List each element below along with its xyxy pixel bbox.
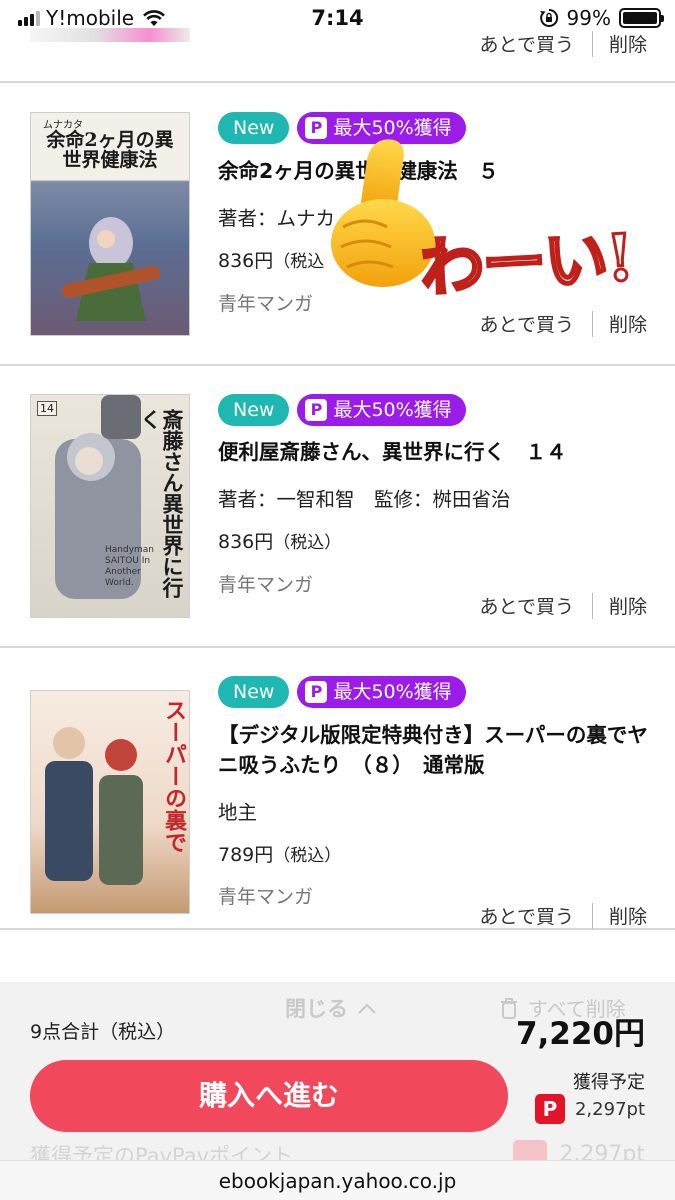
chevron-up-icon xyxy=(358,1003,376,1014)
paypay-badge-label: 最大50%獲得 xyxy=(333,399,452,421)
cart-item: スーパーの裏で New P 最大50%獲得 【デジタル版限定特典付き】スーパーの裏… xyxy=(0,648,675,930)
paypay-badge: P 最大50%獲得 xyxy=(297,394,466,426)
book-author: 著者：一智和智 監修：桝田省治 xyxy=(218,488,511,511)
previous-cover-image xyxy=(30,28,190,42)
paypay-icon: P xyxy=(534,1094,565,1124)
price-value: 836円 xyxy=(218,250,274,272)
cover-title-text: 斎藤さん異世界に行く xyxy=(138,409,185,598)
total-label: 9点合計（税込） xyxy=(30,1021,176,1043)
book-author: 著者：ムナカ xyxy=(218,207,336,230)
price-value: 789円 xyxy=(218,844,274,866)
paypay-icon: P xyxy=(305,399,328,421)
previous-item-actions: あとで買う 削除 xyxy=(480,30,647,57)
close-panel-button[interactable]: 閉じる xyxy=(285,993,376,1023)
paypay-badge-label: 最大50%獲得 xyxy=(333,681,452,703)
divider xyxy=(591,902,593,929)
book-title[interactable]: 便利屋斎藤さん、異世界に行く １４ xyxy=(218,437,648,467)
tax-label: （税込） xyxy=(273,846,342,866)
buy-later-link[interactable]: あとで買う xyxy=(480,310,574,337)
buy-later-link[interactable]: あとで買う xyxy=(480,902,574,929)
orientation-lock-icon xyxy=(539,8,558,27)
cover-illustration xyxy=(61,217,161,321)
divider xyxy=(591,30,593,57)
book-cover-image[interactable]: スーパーの裏で xyxy=(30,690,190,914)
battery-percent: 99% xyxy=(566,6,611,30)
item-badges: New P 最大50%獲得 xyxy=(218,394,466,426)
item-actions: あとで買う 削除 xyxy=(480,310,647,337)
new-badge: New xyxy=(218,394,290,426)
cover-subtitle: Handyman SAITOU In Another World. xyxy=(105,545,155,588)
earn-points-value: 2,297pt xyxy=(574,1098,645,1120)
delete-link[interactable]: 削除 xyxy=(609,310,647,337)
new-badge: New xyxy=(218,112,290,144)
paypay-icon: P xyxy=(305,681,328,703)
cover-volume-number: 14 xyxy=(37,401,57,416)
book-price: 789円（税込） xyxy=(218,840,341,867)
close-panel-label: 閉じる xyxy=(285,997,348,1021)
book-author: 地主 xyxy=(218,801,258,824)
paypay-badge: P 最大50%獲得 xyxy=(297,676,466,708)
divider xyxy=(591,310,593,337)
cover-title-text: 余命2ヶ月の異世界健康法 xyxy=(46,129,174,171)
divider xyxy=(591,592,593,619)
item-actions: あとで買う 削除 xyxy=(480,902,647,929)
item-badges: New P 最大50%獲得 xyxy=(218,676,466,708)
tax-label: （税込） xyxy=(273,533,342,553)
earn-points-label: 獲得予定 xyxy=(573,1072,645,1093)
book-price: 836円（税込） xyxy=(218,527,341,554)
book-cover-image[interactable]: ムナカタ 余命2ヶ月の異世界健康法 xyxy=(30,112,190,336)
book-cover-image[interactable]: 14 斎藤さん異世界に行く Handyman SAITOU In Another… xyxy=(30,394,190,618)
book-title[interactable]: 【デジタル版限定特典付き】スーパーの裏でヤニ吸うふたり （８） 通常版 xyxy=(218,720,648,780)
browser-url-bar[interactable]: ebookjapan.yahoo.co.jp xyxy=(0,1160,675,1200)
book-price: 836円（税込 xyxy=(218,246,324,273)
delete-link[interactable]: 削除 xyxy=(609,902,647,929)
overlay-handwritten-text: わーい! xyxy=(417,219,636,308)
buy-later-link[interactable]: あとで買う xyxy=(480,592,574,619)
delete-link[interactable]: 削除 xyxy=(609,592,647,619)
earn-points-row: P 2,297pt xyxy=(534,1094,645,1124)
price-value: 836円 xyxy=(218,531,274,553)
status-right: 99% xyxy=(539,6,664,30)
tax-label: （税込 xyxy=(273,252,325,272)
buy-later-link[interactable]: あとで買う xyxy=(480,30,574,57)
item-actions: あとで買う 削除 xyxy=(480,592,647,619)
cart-item: 14 斎藤さん異世界に行く Handyman SAITOU In Another… xyxy=(0,366,675,648)
new-badge: New xyxy=(218,676,290,708)
cover-title-text: スーパーの裏で xyxy=(161,699,186,853)
previous-list-item: あとで買う 削除 xyxy=(0,28,675,83)
book-genre: 青年マンガ xyxy=(218,574,314,596)
book-genre: 青年マンガ xyxy=(218,886,314,908)
purchase-button[interactable]: 購入へ進む xyxy=(30,1060,508,1132)
book-genre: 青年マンガ xyxy=(218,293,314,315)
total-amount: 7,220円 xyxy=(515,1016,645,1052)
battery-icon xyxy=(619,8,664,28)
delete-link[interactable]: 削除 xyxy=(609,30,647,57)
